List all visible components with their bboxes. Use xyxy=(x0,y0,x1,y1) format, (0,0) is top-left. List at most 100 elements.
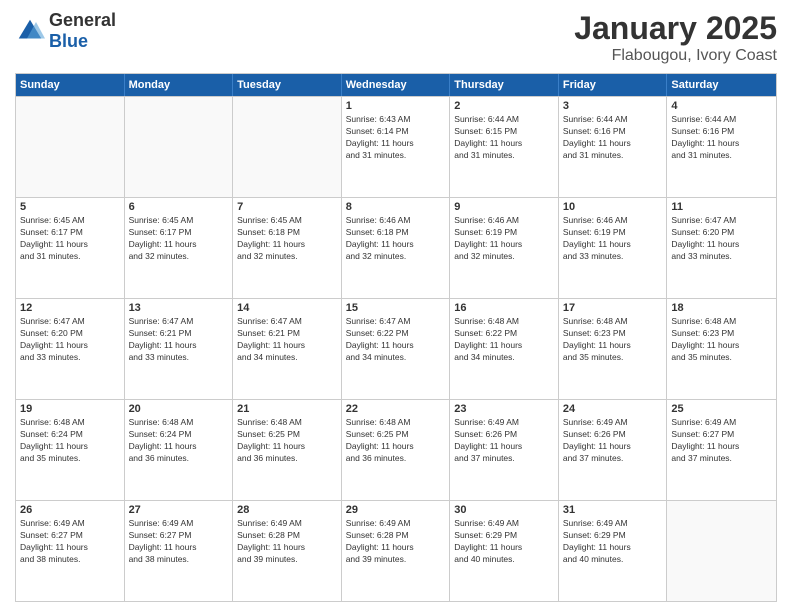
header: General Blue January 2025 Flabougou, Ivo… xyxy=(15,10,777,65)
day-of-week-monday: Monday xyxy=(125,74,234,96)
day-cell-16: 16Sunrise: 6:48 AM Sunset: 6:22 PM Dayli… xyxy=(450,299,559,399)
page-subtitle: Flabougou, Ivory Coast xyxy=(574,47,777,65)
day-number: 12 xyxy=(20,302,120,314)
logo-blue: Blue xyxy=(49,31,116,52)
day-number: 14 xyxy=(237,302,337,314)
day-number: 13 xyxy=(129,302,229,314)
logo-icon xyxy=(15,16,45,46)
day-number: 26 xyxy=(20,504,120,516)
day-info: Sunrise: 6:47 AM Sunset: 6:21 PM Dayligh… xyxy=(237,316,337,364)
day-info: Sunrise: 6:49 AM Sunset: 6:28 PM Dayligh… xyxy=(346,518,446,566)
day-cell-28: 28Sunrise: 6:49 AM Sunset: 6:28 PM Dayli… xyxy=(233,501,342,601)
day-cell-26: 26 Sunrise: 6:49 AM Sunset: 6:27 PM Dayli… xyxy=(16,501,125,601)
day-cell-10: 10 Sunrise: 6:46 AM Sunset: 6:19 PM Dayli… xyxy=(559,198,668,298)
day-cell-18: 18Sunrise: 6:48 AM Sunset: 6:23 PM Dayli… xyxy=(667,299,776,399)
day-cell-30: 30 Sunrise: 6:49 AM Sunset: 6:29 PM Dayli… xyxy=(450,501,559,601)
day-number: 21 xyxy=(237,403,337,415)
day-cell-22: 22 Sunrise: 6:48 AM Sunset: 6:25 PM Dayli… xyxy=(342,400,451,500)
day-cell-17: 17 Sunrise: 6:48 AM Sunset: 6:23 PM Dayli… xyxy=(559,299,668,399)
day-number: 1 xyxy=(346,100,446,112)
day-cell-13: 13 Sunrise: 6:47 AM Sunset: 6:21 PM Dayli… xyxy=(125,299,234,399)
day-info: Sunrise: 6:49 AM Sunset: 6:29 PM Dayligh… xyxy=(563,518,663,566)
day-info: Sunrise: 6:48 AM Sunset: 6:25 PM Dayligh… xyxy=(346,417,446,465)
day-info: Sunrise: 6:48 AM Sunset: 6:24 PM Dayligh… xyxy=(129,417,229,465)
day-of-week-sunday: Sunday xyxy=(16,74,125,96)
day-number: 15 xyxy=(346,302,446,314)
logo-text: General Blue xyxy=(49,10,116,52)
day-cell-6: 6 Sunrise: 6:45 AM Sunset: 6:17 PM Daylig… xyxy=(125,198,234,298)
calendar-week-2: 5 Sunrise: 6:45 AM Sunset: 6:17 PM Daylig… xyxy=(16,197,776,298)
calendar-week-3: 12Sunrise: 6:47 AM Sunset: 6:20 PM Dayli… xyxy=(16,298,776,399)
day-cell-5: 5 Sunrise: 6:45 AM Sunset: 6:17 PM Daylig… xyxy=(16,198,125,298)
day-cell-12: 12Sunrise: 6:47 AM Sunset: 6:20 PM Dayli… xyxy=(16,299,125,399)
calendar-week-4: 19 Sunrise: 6:48 AM Sunset: 6:24 PM Dayli… xyxy=(16,399,776,500)
day-number: 24 xyxy=(563,403,663,415)
day-info: Sunrise: 6:49 AM Sunset: 6:27 PM Dayligh… xyxy=(671,417,772,465)
day-number: 16 xyxy=(454,302,554,314)
empty-cell xyxy=(233,97,342,197)
day-info: Sunrise: 6:47 AM Sunset: 6:22 PM Dayligh… xyxy=(346,316,446,364)
day-number: 10 xyxy=(563,201,663,213)
day-number: 19 xyxy=(20,403,120,415)
day-info: Sunrise: 6:46 AM Sunset: 6:19 PM Dayligh… xyxy=(563,215,663,263)
calendar-body: 1 Sunrise: 6:43 AM Sunset: 6:14 PM Daylig… xyxy=(16,96,776,601)
day-number: 25 xyxy=(671,403,772,415)
day-of-week-friday: Friday xyxy=(559,74,668,96)
day-info: Sunrise: 6:44 AM Sunset: 6:15 PM Dayligh… xyxy=(454,114,554,162)
day-number: 2 xyxy=(454,100,554,112)
day-cell-14: 14 Sunrise: 6:47 AM Sunset: 6:21 PM Dayli… xyxy=(233,299,342,399)
day-info: Sunrise: 6:44 AM Sunset: 6:16 PM Dayligh… xyxy=(671,114,772,162)
day-cell-4: 4 Sunrise: 6:44 AM Sunset: 6:16 PM Daylig… xyxy=(667,97,776,197)
day-info: Sunrise: 6:45 AM Sunset: 6:18 PM Dayligh… xyxy=(237,215,337,263)
day-number: 7 xyxy=(237,201,337,213)
day-cell-23: 23 Sunrise: 6:49 AM Sunset: 6:26 PM Dayli… xyxy=(450,400,559,500)
day-number: 8 xyxy=(346,201,446,213)
page-title: January 2025 xyxy=(574,10,777,47)
day-info: Sunrise: 6:45 AM Sunset: 6:17 PM Dayligh… xyxy=(20,215,120,263)
day-info: Sunrise: 6:48 AM Sunset: 6:23 PM Dayligh… xyxy=(563,316,663,364)
day-info: Sunrise: 6:47 AM Sunset: 6:21 PM Dayligh… xyxy=(129,316,229,364)
day-number: 17 xyxy=(563,302,663,314)
empty-cell xyxy=(16,97,125,197)
day-info: Sunrise: 6:46 AM Sunset: 6:18 PM Dayligh… xyxy=(346,215,446,263)
day-info: Sunrise: 6:49 AM Sunset: 6:29 PM Dayligh… xyxy=(454,518,554,566)
day-number: 18 xyxy=(671,302,772,314)
day-info: Sunrise: 6:49 AM Sunset: 6:27 PM Dayligh… xyxy=(20,518,120,566)
day-info: Sunrise: 6:49 AM Sunset: 6:26 PM Dayligh… xyxy=(563,417,663,465)
title-block: January 2025 Flabougou, Ivory Coast xyxy=(574,10,777,65)
day-number: 5 xyxy=(20,201,120,213)
calendar-week-1: 1 Sunrise: 6:43 AM Sunset: 6:14 PM Daylig… xyxy=(16,96,776,197)
day-of-week-wednesday: Wednesday xyxy=(342,74,451,96)
day-info: Sunrise: 6:44 AM Sunset: 6:16 PM Dayligh… xyxy=(563,114,663,162)
day-number: 22 xyxy=(346,403,446,415)
day-info: Sunrise: 6:47 AM Sunset: 6:20 PM Dayligh… xyxy=(671,215,772,263)
day-cell-11: 11 Sunrise: 6:47 AM Sunset: 6:20 PM Dayli… xyxy=(667,198,776,298)
day-number: 3 xyxy=(563,100,663,112)
day-cell-19: 19 Sunrise: 6:48 AM Sunset: 6:24 PM Dayli… xyxy=(16,400,125,500)
day-info: Sunrise: 6:48 AM Sunset: 6:25 PM Dayligh… xyxy=(237,417,337,465)
day-cell-2: 2 Sunrise: 6:44 AM Sunset: 6:15 PM Daylig… xyxy=(450,97,559,197)
day-cell-9: 9 Sunrise: 6:46 AM Sunset: 6:19 PM Daylig… xyxy=(450,198,559,298)
day-cell-24: 24 Sunrise: 6:49 AM Sunset: 6:26 PM Dayli… xyxy=(559,400,668,500)
day-number: 30 xyxy=(454,504,554,516)
day-cell-25: 25 Sunrise: 6:49 AM Sunset: 6:27 PM Dayli… xyxy=(667,400,776,500)
day-info: Sunrise: 6:45 AM Sunset: 6:17 PM Dayligh… xyxy=(129,215,229,263)
logo: General Blue xyxy=(15,10,116,52)
day-of-week-tuesday: Tuesday xyxy=(233,74,342,96)
day-info: Sunrise: 6:49 AM Sunset: 6:26 PM Dayligh… xyxy=(454,417,554,465)
day-info: Sunrise: 6:46 AM Sunset: 6:19 PM Dayligh… xyxy=(454,215,554,263)
day-number: 4 xyxy=(671,100,772,112)
day-cell-15: 15 Sunrise: 6:47 AM Sunset: 6:22 PM Dayli… xyxy=(342,299,451,399)
page: General Blue January 2025 Flabougou, Ivo… xyxy=(0,0,792,612)
day-cell-31: 31 Sunrise: 6:49 AM Sunset: 6:29 PM Dayli… xyxy=(559,501,668,601)
day-number: 20 xyxy=(129,403,229,415)
day-info: Sunrise: 6:48 AM Sunset: 6:24 PM Dayligh… xyxy=(20,417,120,465)
day-number: 6 xyxy=(129,201,229,213)
day-info: Sunrise: 6:43 AM Sunset: 6:14 PM Dayligh… xyxy=(346,114,446,162)
day-cell-3: 3 Sunrise: 6:44 AM Sunset: 6:16 PM Daylig… xyxy=(559,97,668,197)
day-number: 23 xyxy=(454,403,554,415)
day-number: 11 xyxy=(671,201,772,213)
day-number: 9 xyxy=(454,201,554,213)
day-cell-27: 27Sunrise: 6:49 AM Sunset: 6:27 PM Dayli… xyxy=(125,501,234,601)
day-number: 31 xyxy=(563,504,663,516)
